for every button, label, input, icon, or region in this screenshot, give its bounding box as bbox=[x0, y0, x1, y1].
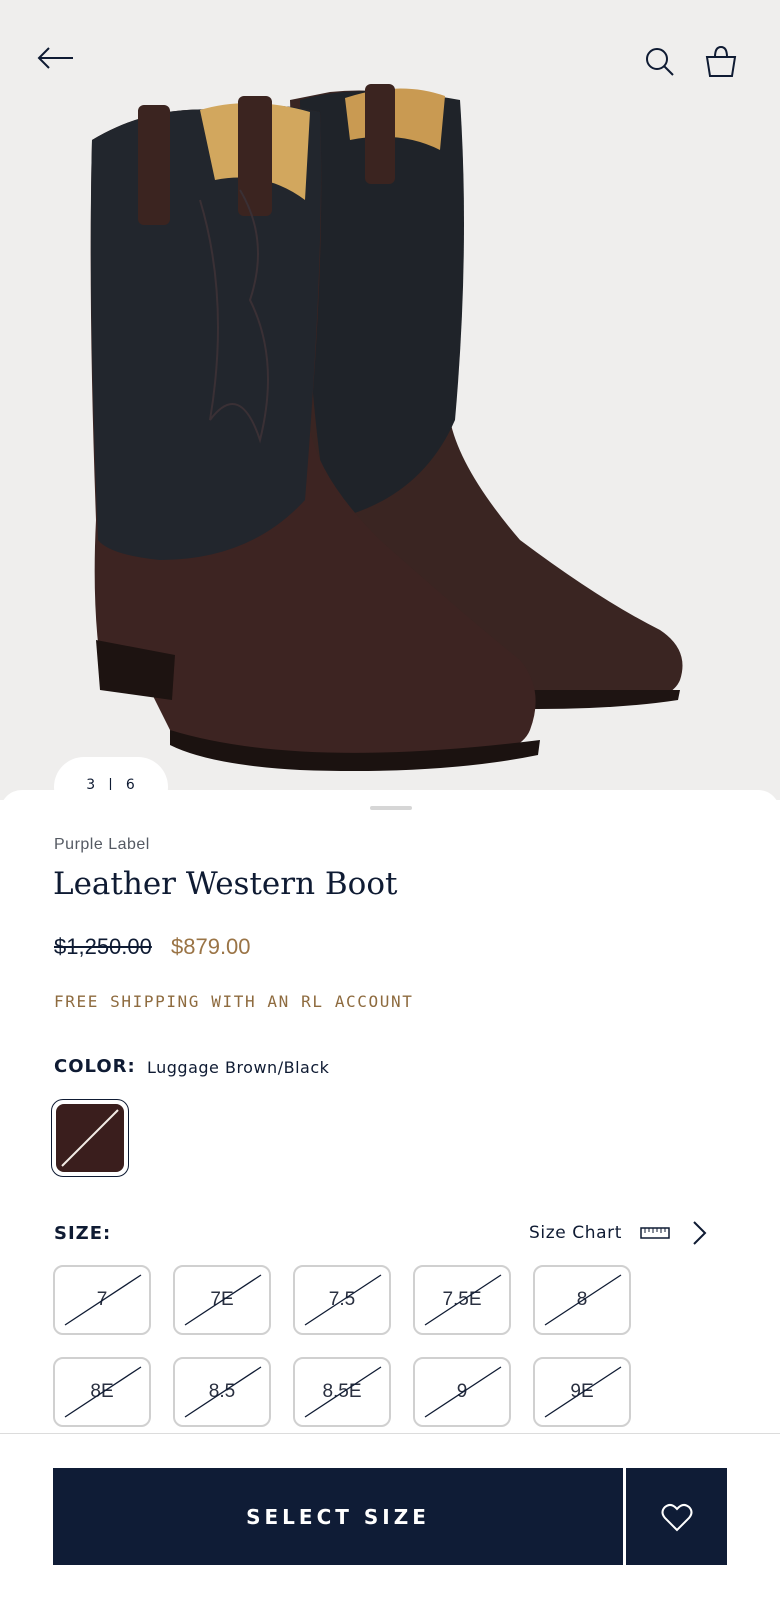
size-option[interactable]: 9E bbox=[533, 1357, 631, 1427]
color-value: Luggage Brown/Black bbox=[147, 1058, 330, 1077]
unavailable-strike-line bbox=[64, 1366, 142, 1418]
product-image-gallery[interactable]: 3 | 6 bbox=[0, 0, 780, 800]
product-image bbox=[90, 84, 683, 771]
arrow-left-icon bbox=[37, 47, 73, 69]
unavailable-strike-line bbox=[304, 1274, 382, 1326]
back-button[interactable] bbox=[30, 38, 80, 78]
unavailable-strike-line bbox=[184, 1274, 262, 1326]
ruler-icon bbox=[640, 1227, 670, 1239]
swatch-diagonal-line bbox=[61, 1109, 119, 1167]
unavailable-strike-line bbox=[424, 1274, 502, 1326]
size-chart-link[interactable]: Size Chart bbox=[529, 1223, 622, 1243]
search-icon bbox=[646, 48, 674, 76]
swatch-fill bbox=[56, 1104, 124, 1172]
original-price: $1,250.00 bbox=[54, 934, 152, 959]
free-shipping-link[interactable]: FREE SHIPPING WITH AN RL ACCOUNT bbox=[54, 992, 413, 1011]
chevron-right-icon[interactable] bbox=[690, 1218, 710, 1248]
unavailable-strike-line bbox=[304, 1366, 382, 1418]
color-swatch-selected[interactable] bbox=[51, 1099, 129, 1177]
unavailable-strike-line bbox=[544, 1366, 622, 1418]
unavailable-strike-line bbox=[64, 1274, 142, 1326]
shopping-bag-icon bbox=[705, 45, 737, 77]
sale-price: $879.00 bbox=[171, 934, 251, 959]
product-title: Leather Western Boot bbox=[53, 866, 398, 902]
size-option[interactable]: 7E bbox=[173, 1265, 271, 1335]
unavailable-strike-line bbox=[184, 1366, 262, 1418]
product-brand: Purple Label bbox=[54, 836, 150, 853]
sheet-drag-handle[interactable] bbox=[370, 806, 412, 810]
footer-divider bbox=[0, 1433, 780, 1434]
unavailable-strike-line bbox=[424, 1366, 502, 1418]
size-option[interactable]: 7.5 bbox=[293, 1265, 391, 1335]
wishlist-button[interactable] bbox=[626, 1468, 727, 1565]
size-label: SIZE: bbox=[54, 1223, 112, 1244]
size-option[interactable]: 8E bbox=[53, 1357, 151, 1427]
size-option[interactable]: 9 bbox=[413, 1357, 511, 1427]
shopping-bag-button[interactable] bbox=[700, 40, 742, 82]
size-option[interactable]: 8.5E bbox=[293, 1357, 391, 1427]
search-button[interactable] bbox=[640, 42, 680, 82]
unavailable-strike-line bbox=[544, 1274, 622, 1326]
size-option[interactable]: 8 bbox=[533, 1265, 631, 1335]
size-option[interactable]: 7 bbox=[53, 1265, 151, 1335]
select-size-button[interactable]: SELECT SIZE bbox=[53, 1468, 623, 1565]
size-options-grid: 7 7E 7.5 7.5E 8 8E 8.5 8.5E 9 9E bbox=[53, 1265, 633, 1427]
color-label: COLOR: bbox=[54, 1056, 136, 1077]
size-option[interactable]: 7.5E bbox=[413, 1265, 511, 1335]
size-option[interactable]: 8.5 bbox=[173, 1357, 271, 1427]
heart-icon bbox=[661, 1503, 692, 1531]
